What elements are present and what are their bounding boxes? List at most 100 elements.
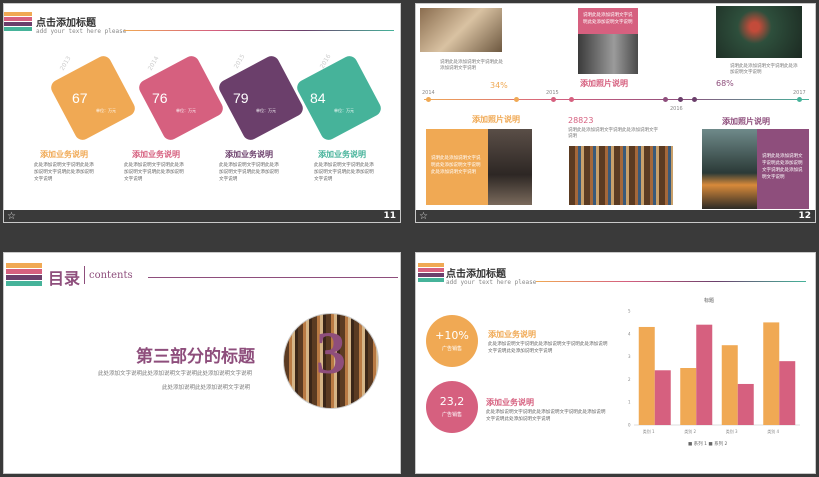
item-title: 添加业务说明 (486, 398, 534, 407)
value-diamond (294, 53, 384, 143)
star-icon[interactable]: ☆ (419, 211, 428, 222)
timeline-year: 2017 (793, 90, 806, 96)
timeline-line (424, 99, 809, 100)
card-title: 添加业务说明 (132, 150, 180, 159)
big-number: 28823 (568, 116, 594, 125)
section-number: 3 (316, 320, 346, 386)
section-heading: 第三部分的标题 (136, 347, 255, 367)
card-text: 此处添加说明文字说明此处添加说明文字说明此处添加说明文字说明 (314, 163, 374, 182)
card-title: 添加业务说明 (318, 150, 366, 159)
stat-value: 23,2 (439, 395, 465, 408)
section-text-2: 此处添加说明此处添加说明文字说明 (162, 385, 251, 391)
desk-photo (420, 8, 502, 52)
timeline-dot (514, 97, 519, 102)
y-tick-label: 2 (628, 377, 631, 382)
timeline-dot (569, 97, 574, 102)
photo-label-left: 添加照片说明 (472, 115, 520, 124)
caption-box-right: 说明此处添加说明文字说明此处添加说明文字说明此处添加说明文字说明 (757, 129, 809, 209)
bar-chart: 标题 0 1 2 3 4 5 类别 1 类别 2 类别 3 类别 4 ■ 系列 1 ■ 系列 2 (616, 293, 806, 453)
slide-11[interactable]: 点击添加标题 add your text here please 2013 67… (3, 3, 401, 223)
toc-underline (148, 277, 398, 278)
slide-subtitle: add your text here please (446, 279, 537, 286)
photo-label-right: 添加照片说明 (722, 117, 770, 126)
stat-label: 广告销售 (441, 412, 462, 418)
toc-subtitle: contents (89, 270, 133, 281)
card-year: 2013 (58, 55, 73, 72)
slide-14[interactable]: 点击添加标题 add your text here please +10% 广告… (415, 252, 816, 474)
timeline-dot (678, 97, 683, 102)
timeline-text-mid: 说明此处添加说明文字说明此处添加说明文字说明 (568, 128, 658, 139)
timeline-text-top-right: 说明此处添加说明文字说明此处添加说明文字说明 (730, 64, 798, 75)
timeline-pct-left: 34% (490, 81, 508, 90)
toc-divider (84, 266, 85, 284)
timeline-dot (551, 97, 556, 102)
timeline-pct-right: 68% (716, 79, 734, 88)
bar-系列-2 (696, 324, 713, 425)
timeline-dot (426, 97, 431, 102)
library-photo (569, 146, 673, 205)
slide-12[interactable]: 说明此处添加说明文字说明此处添加说明文字说明 说明此处添加说明文字说明此处添加说… (415, 3, 816, 223)
y-tick-label: 0 (628, 423, 631, 428)
stat-circle-orange: +10% 广告销售 (426, 315, 478, 367)
section-text: 此处添加文字说明此处添加说明文字说明此处添加说明文字说明 (98, 371, 253, 377)
timeline-dot (797, 97, 802, 102)
bar-系列-1 (763, 322, 780, 425)
slide-subtitle: add your text here please (36, 28, 127, 35)
stat-label: 广告销售 (441, 346, 462, 352)
card-value: 76 (152, 90, 168, 106)
stat-circle-pink: 23,2 广告销售 (426, 381, 478, 433)
title-underline (124, 30, 394, 31)
star-icon[interactable]: ☆ (7, 211, 16, 222)
camera-man-photo (716, 6, 802, 58)
y-tick-label: 3 (628, 354, 631, 359)
bar-系列-1 (638, 326, 655, 425)
card-unit: 单位：万元 (334, 108, 354, 113)
slide-13[interactable]: 目录 contents 第三部分的标题 此处添加文字说明此处添加说明文字说明此处… (3, 252, 401, 474)
boat-photo (702, 129, 758, 209)
item-text: 此处添加说明文字说明此处添加说明文字说明此处添加说明文字说明此处添加说明文字说明 (486, 410, 606, 422)
x-tick-label: 类别 1 (643, 428, 655, 434)
timeline-year: 2014 (422, 90, 435, 96)
x-tick-label: 类别 2 (684, 428, 696, 434)
title-stripes (4, 12, 32, 32)
stat-value: +10% (435, 329, 469, 342)
card-unit: 单位：万元 (176, 108, 196, 113)
card-value: 79 (233, 90, 249, 106)
bar-系列-2 (654, 370, 671, 425)
title-underline (536, 281, 806, 282)
slide-number: 12 (798, 211, 811, 221)
slide-title: 点击添加标题 (446, 269, 506, 280)
title-stripes (418, 263, 444, 283)
caption-box-left: 说明此处添加说明文字说明此处添加说明文字说明此处添加说明文字说明 (426, 129, 488, 205)
chart-legend: ■ 系列 1 ■ 系列 2 (688, 442, 728, 447)
caption-box-top: 说明此处添加说明文字说明此处添加说明文字说明 (578, 8, 638, 36)
timeline-year: 2016 (670, 106, 683, 112)
card-text: 此处添加说明文字说明此处添加说明文字说明此处添加说明文字说明 (124, 163, 184, 182)
value-diamond (216, 53, 306, 143)
x-tick-label: 类别 3 (726, 428, 738, 434)
chart-plot: 0 1 2 3 4 5 类别 1 类别 2 类别 3 类别 4 (628, 309, 800, 434)
card-unit: 单位：万元 (256, 108, 276, 113)
timeline-dot (692, 97, 697, 102)
toc-title: 目录 (48, 269, 81, 288)
slide-title: 点击添加标题 (36, 18, 96, 29)
item-title: 添加业务说明 (488, 330, 536, 339)
walker-photo (488, 129, 532, 205)
card-text: 此处添加说明文字说明此处添加说明文字说明此处添加说明文字说明 (219, 163, 279, 182)
slide-number: 11 (383, 211, 396, 221)
card-value: 84 (310, 90, 326, 106)
toc-stripes (6, 263, 42, 287)
y-tick-label: 1 (628, 400, 631, 405)
woman-photo (578, 34, 638, 74)
slide-footer: ☆ 11 (4, 210, 400, 222)
item-text: 此处添加说明文字说明此处添加说明文字说明此处添加说明文字说明此处添加说明文字说明 (488, 342, 608, 354)
y-tick-label: 4 (628, 331, 631, 336)
card-year: 2015 (232, 53, 247, 70)
y-tick-label: 5 (628, 309, 631, 314)
card-title: 添加业务说明 (40, 150, 88, 159)
slide-footer: ☆ 12 (416, 210, 815, 222)
card-title: 添加业务说明 (225, 150, 273, 159)
bar-系列-2 (737, 383, 754, 425)
photo-label-top: 添加照片说明 (580, 79, 628, 88)
x-tick-label: 类别 4 (767, 428, 779, 434)
